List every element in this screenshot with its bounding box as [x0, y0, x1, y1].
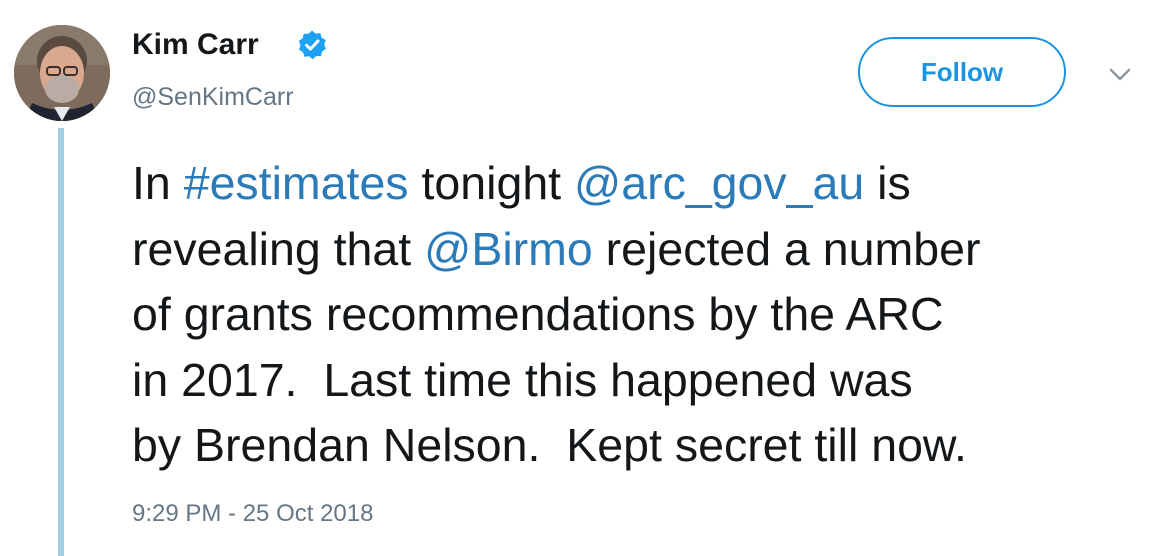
thread-connector-line	[58, 128, 64, 556]
chevron-down-icon	[1109, 68, 1131, 81]
tweet-text-segment: in 2017. Last time this happened was	[132, 353, 913, 406]
more-options-button[interactable]	[1100, 60, 1140, 90]
author-handle[interactable]: @SenKimCarr	[132, 83, 294, 112]
tweet-text-segment: revealing that	[132, 222, 425, 275]
tweet-text-line: In #estimates tonight @arc_gov_au is	[132, 151, 1152, 217]
tweet-text-line: in 2017. Last time this happened was	[132, 348, 1152, 414]
verified-badge-icon	[298, 30, 326, 60]
tweet-text-segment: by Brendan Nelson. Kept secret till now.	[132, 419, 967, 471]
tweet-text: In #estimates tonight @arc_gov_au is reve…	[132, 151, 1152, 479]
follow-button[interactable]: Follow	[858, 37, 1066, 107]
tweet-text-segment: In	[132, 157, 184, 209]
avatar[interactable]	[14, 25, 110, 121]
hashtag-link[interactable]: #estimates	[184, 157, 409, 209]
tweet-text-segment: rejected a number	[592, 222, 981, 275]
tweet-text-segment: of grants recommendations by the ARC	[132, 288, 944, 340]
tweet-timestamp[interactable]: 9:29 PM - 25 Oct 2018	[132, 500, 373, 528]
mention-link[interactable]: @Birmo	[424, 223, 593, 275]
profile-photo	[14, 25, 110, 121]
mention-link[interactable]: @arc_gov_au	[574, 157, 864, 209]
tweet-text-line: revealing that @Birmo rejected a number	[132, 217, 1152, 283]
tweet-text-line: of grants recommendations by the ARC	[132, 282, 1152, 348]
tweet-text-segment: is	[864, 157, 911, 209]
tweet-text-line: by Brendan Nelson. Kept secret till now.	[132, 413, 1152, 479]
author-display-name[interactable]: Kim Carr	[132, 28, 259, 62]
tweet-text-segment: tonight	[408, 157, 575, 209]
